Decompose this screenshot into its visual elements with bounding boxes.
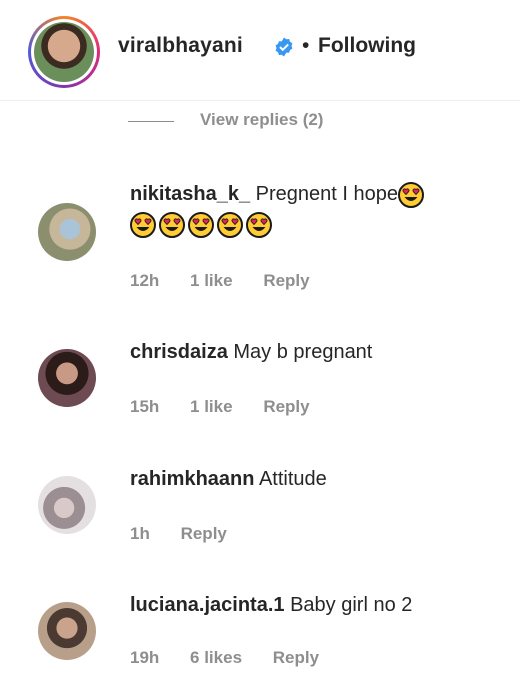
- post-author-username[interactable]: viralbhayani: [118, 34, 243, 58]
- reply-button[interactable]: Reply: [263, 397, 309, 416]
- header-divider: [0, 100, 520, 101]
- heart-eyes-emoji-icon: [398, 182, 424, 208]
- comment-text: Baby girl no 2: [290, 594, 413, 616]
- commenter-avatar[interactable]: [38, 476, 96, 534]
- comment-meta: 15h 1 like Reply: [130, 397, 336, 417]
- comment-username[interactable]: nikitasha_k_: [130, 183, 250, 205]
- emoji-group: [130, 212, 272, 238]
- post-header: viralbhayani • Following: [0, 0, 520, 100]
- comment-time[interactable]: 19h: [130, 648, 159, 667]
- reply-button[interactable]: Reply: [181, 524, 227, 543]
- heart-eyes-emoji-icon: [217, 212, 243, 238]
- comment-meta: 12h 1 like Reply: [130, 271, 336, 291]
- comment-time[interactable]: 1h: [130, 524, 150, 543]
- profile-avatar[interactable]: [28, 16, 100, 88]
- comment-text: Pregnent I hope: [255, 183, 398, 205]
- comment-username[interactable]: luciana.jacinta.1: [130, 594, 285, 616]
- reply-button[interactable]: Reply: [263, 271, 309, 290]
- heart-eyes-emoji-icon: [188, 212, 214, 238]
- reply-button[interactable]: Reply: [273, 648, 319, 667]
- comment-time[interactable]: 15h: [130, 397, 159, 416]
- comment-meta: 19h 6 likes Reply: [130, 648, 345, 668]
- comment-text: Attitude: [258, 468, 327, 490]
- comment-likes[interactable]: 1 like: [190, 397, 233, 416]
- comment-username[interactable]: chrisdaiza: [130, 341, 228, 363]
- heart-eyes-emoji-icon: [130, 212, 156, 238]
- comment-likes[interactable]: 1 like: [190, 271, 233, 290]
- heart-eyes-emoji-icon: [159, 212, 185, 238]
- verified-badge-icon: [275, 37, 293, 57]
- following-button[interactable]: Following: [318, 34, 416, 58]
- profile-photo: [34, 22, 94, 82]
- commenter-avatar[interactable]: [38, 203, 96, 261]
- separator-dot: •: [302, 34, 310, 57]
- emoji-group: [398, 182, 424, 208]
- comment-text: May b pregnant: [233, 341, 373, 363]
- heart-eyes-emoji-icon: [246, 212, 272, 238]
- replies-divider-line: [128, 121, 174, 122]
- commenter-avatar[interactable]: [38, 349, 96, 407]
- comment-likes[interactable]: 6 likes: [190, 648, 242, 667]
- comment-meta: 1h Reply: [130, 524, 253, 544]
- commenter-avatar[interactable]: [38, 602, 96, 660]
- comment-time[interactable]: 12h: [130, 271, 159, 290]
- comment-username[interactable]: rahimkhaann: [130, 468, 254, 490]
- view-replies-button[interactable]: View replies (2): [200, 110, 323, 130]
